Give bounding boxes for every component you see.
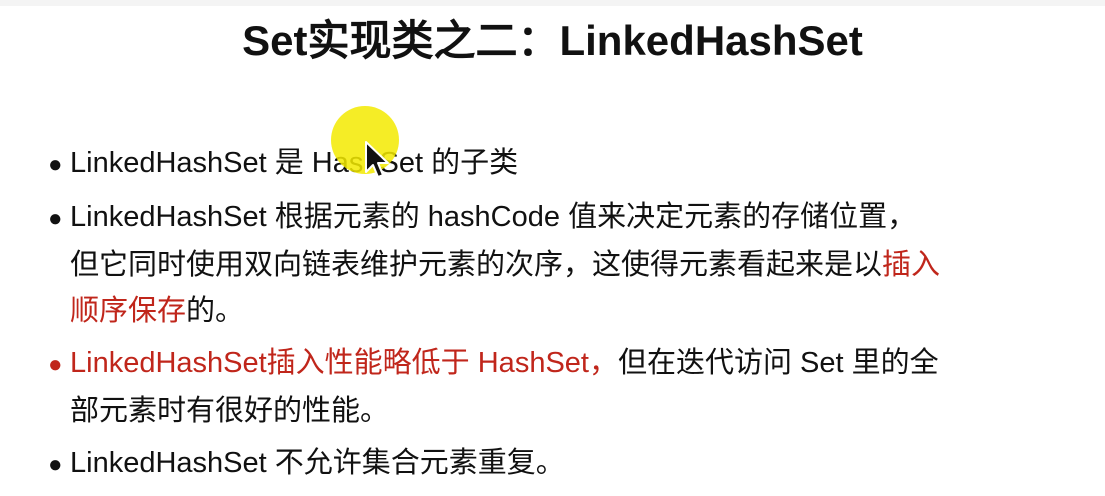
bullet-text: LinkedHashSet 是 HashSet 的子类 <box>70 147 519 179</box>
bullet-dot: ● <box>48 351 63 378</box>
slide-title: Set实现类之二：LinkedHashSet <box>242 17 863 64</box>
presentation-slide: Set实现类之二：LinkedHashSet ● LinkedHashSet 是 … <box>0 0 1105 496</box>
bullet-item-4: ● LinkedHashSet 不允许集合元素重复。 <box>48 440 1078 488</box>
bullet-dot: ● <box>48 205 63 232</box>
mouse-pointer-arrow-icon <box>365 141 389 178</box>
bullet-text-line-2: 但它同时使用双向链表维护元素的次序，这使得元素看起来是以 <box>70 249 883 281</box>
bullet-text-line-1: LinkedHashSet 根据元素的 hashCode 值来决定元素的存储位置… <box>70 201 917 233</box>
highlight-text: LinkedHashSet插入性能略低于 HashSet， <box>70 347 618 379</box>
bullet-text-line-2: 部元素时有很好的性能。 <box>70 395 390 427</box>
bullet-dot: ● <box>48 151 63 178</box>
highlight-text: 顺序保存 <box>70 295 187 327</box>
bullet-text: LinkedHashSet 不允许集合元素重复。 <box>70 447 565 479</box>
bullet-text-line-1: 但在迭代访问 Set 里的全 <box>617 347 939 379</box>
bullet-dot: ● <box>48 451 63 478</box>
highlight-text: 插入 <box>882 249 941 281</box>
slide-top-strip <box>0 0 1105 6</box>
bullet-text-line-3: 的。 <box>186 295 245 327</box>
bullet-item-3: ● LinkedHashSet插入性能略低于 HashSet，但在迭代访问 Set… <box>48 340 1078 434</box>
bullet-item-1: ● LinkedHashSet 是 HashSet 的子类 <box>48 140 1078 188</box>
bullet-item-2: ● LinkedHashSet 根据元素的 hashCode 值来决定元素的存储位… <box>48 194 1078 334</box>
